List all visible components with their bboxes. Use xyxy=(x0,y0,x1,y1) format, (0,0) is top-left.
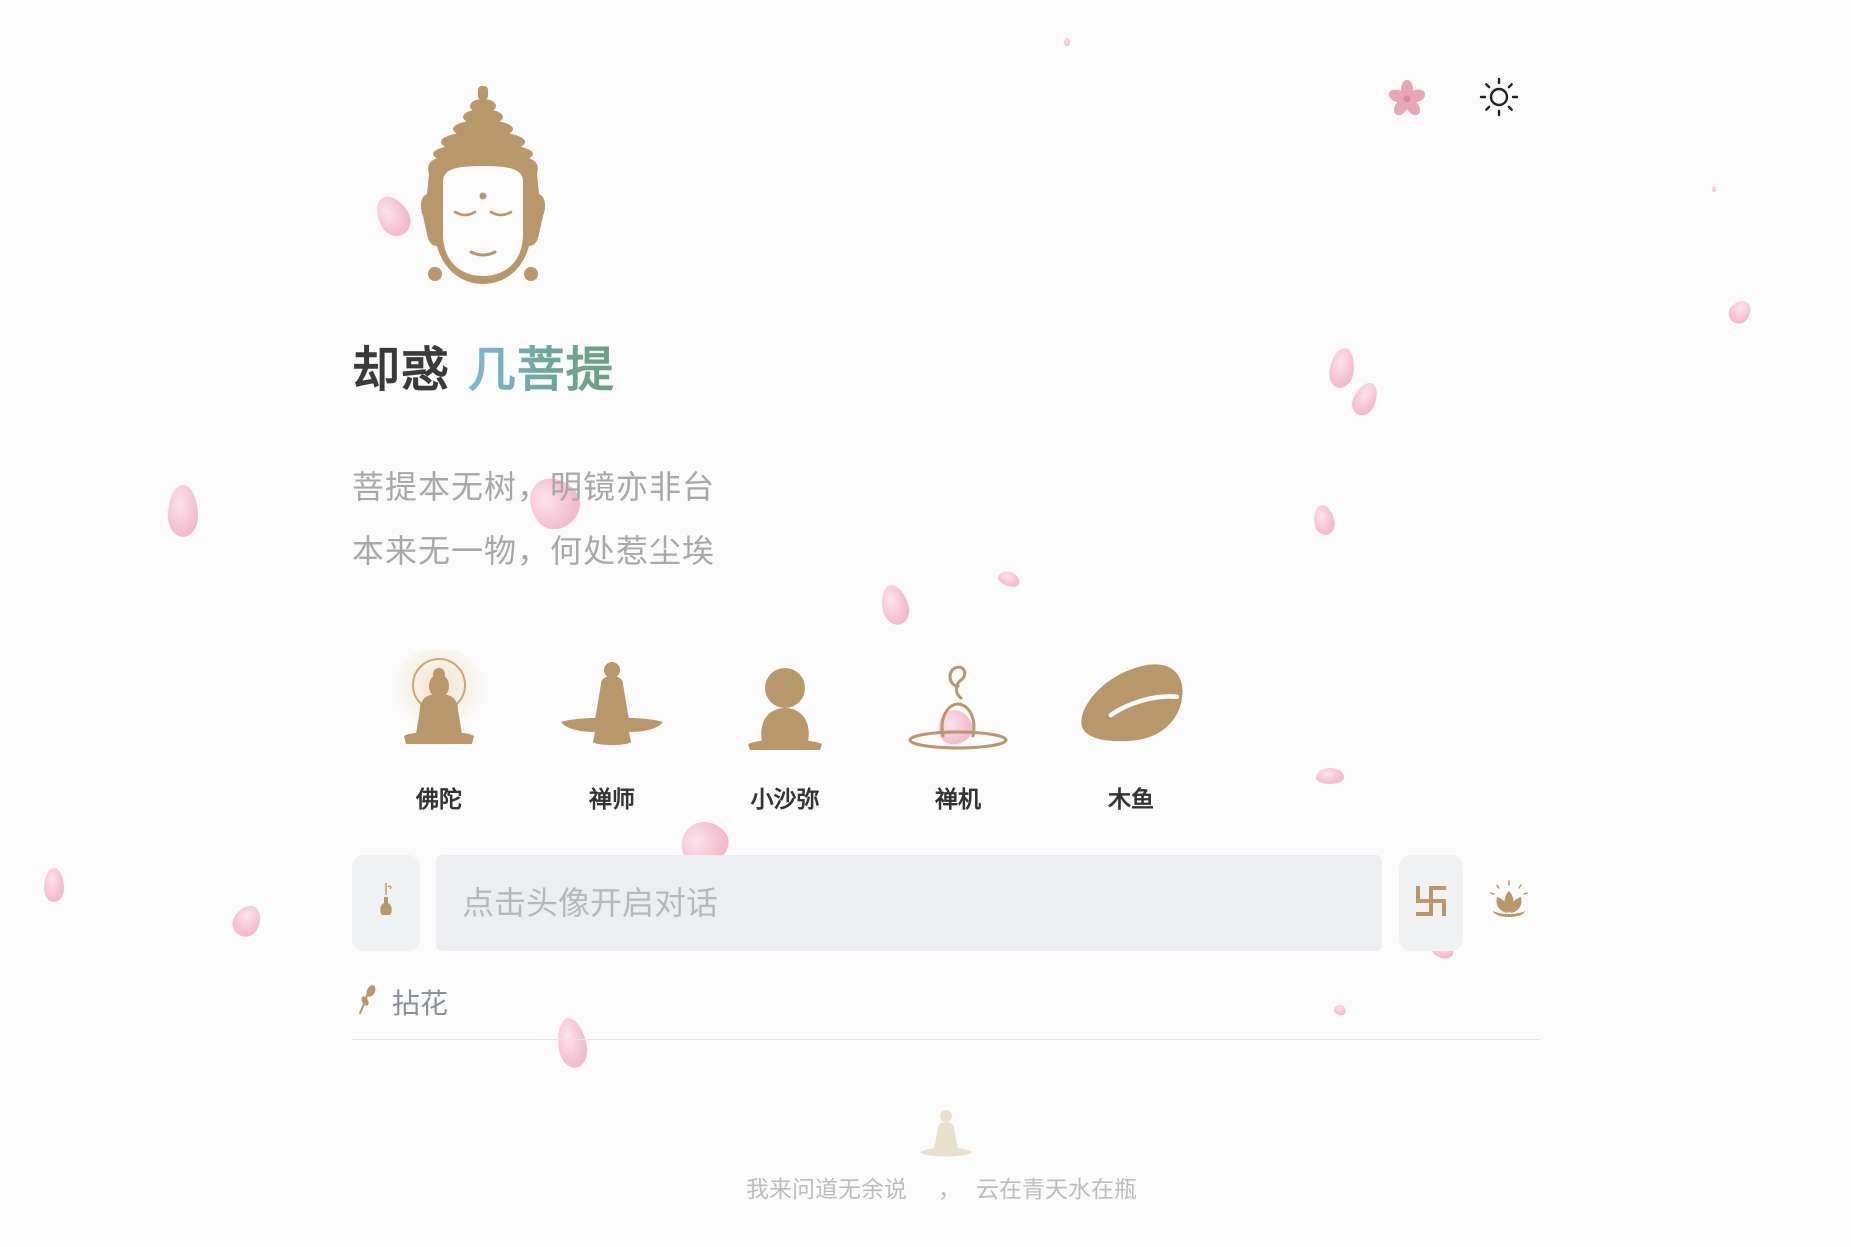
petal xyxy=(996,568,1022,590)
fold-toggle[interactable]: 拈花 xyxy=(356,982,448,1022)
chat-input[interactable] xyxy=(436,855,1382,951)
character-buddha[interactable]: 佛陀 xyxy=(379,650,499,814)
title-part1: 却惑 xyxy=(352,342,451,398)
petal xyxy=(44,868,64,902)
petal xyxy=(168,485,198,537)
petal xyxy=(1712,186,1716,192)
petal xyxy=(1347,378,1383,420)
lotus-button[interactable] xyxy=(1484,878,1534,928)
wooden-fish-icon xyxy=(1076,650,1186,760)
petal xyxy=(1326,346,1358,390)
page-title: 却惑 几菩提 xyxy=(352,330,615,400)
poem-line-2: 本来无一物，何处惹尘埃 xyxy=(352,532,716,570)
meditation-icon xyxy=(918,1108,974,1164)
petal xyxy=(553,1015,591,1071)
character-zen-master[interactable]: 禅师 xyxy=(552,650,672,814)
petal xyxy=(1311,503,1337,537)
footer-right: 云在青天水在瓶 xyxy=(976,1177,1137,1203)
vase-icon xyxy=(376,881,396,925)
petal xyxy=(1724,296,1756,328)
little-monk-icon xyxy=(730,650,840,760)
flower-twig-icon xyxy=(356,985,378,1019)
vase-button[interactable] xyxy=(352,855,420,951)
lotus-icon xyxy=(1487,879,1531,927)
character-label: 小沙弥 xyxy=(750,787,820,813)
fold-label: 拈花 xyxy=(392,987,449,1020)
sun-icon xyxy=(1478,76,1520,122)
footer-sep: ， xyxy=(938,1177,961,1203)
theme-toggle-button[interactable] xyxy=(1476,76,1522,122)
petal xyxy=(1316,768,1344,784)
character-label: 木鱼 xyxy=(1108,787,1154,813)
character-wooden-fish[interactable]: 木鱼 xyxy=(1071,650,1191,814)
divider xyxy=(352,1039,1540,1040)
character-label: 禅机 xyxy=(935,787,981,813)
zen-master-icon xyxy=(557,650,667,760)
zen-riddle-icon xyxy=(903,650,1013,760)
petal xyxy=(227,900,267,942)
page: 却惑 几菩提 菩提本无树，明镜亦非台 本来无一物，何处惹尘埃 佛陀 禅师 小沙弥… xyxy=(0,0,1851,1247)
swastika-icon xyxy=(1414,884,1448,922)
petal xyxy=(1332,1003,1348,1017)
poem-line-1: 菩提本无树，明镜亦非台 xyxy=(352,468,716,506)
footer-left: 我来问道无余说 xyxy=(746,1177,907,1203)
buddha-logo xyxy=(405,84,560,289)
petal-toggle-button[interactable] xyxy=(1384,78,1430,124)
petal xyxy=(1064,38,1070,46)
sakura-icon xyxy=(1387,79,1427,123)
buddha-halo-icon xyxy=(384,650,494,760)
character-zen-riddle[interactable]: 禅机 xyxy=(898,650,1018,814)
petal xyxy=(877,582,913,628)
character-label: 佛陀 xyxy=(416,787,462,813)
title-part2: 几菩提 xyxy=(467,342,615,398)
character-little-monk[interactable]: 小沙弥 xyxy=(725,650,845,814)
character-label: 禅师 xyxy=(589,787,635,813)
swastika-button[interactable] xyxy=(1399,855,1463,951)
